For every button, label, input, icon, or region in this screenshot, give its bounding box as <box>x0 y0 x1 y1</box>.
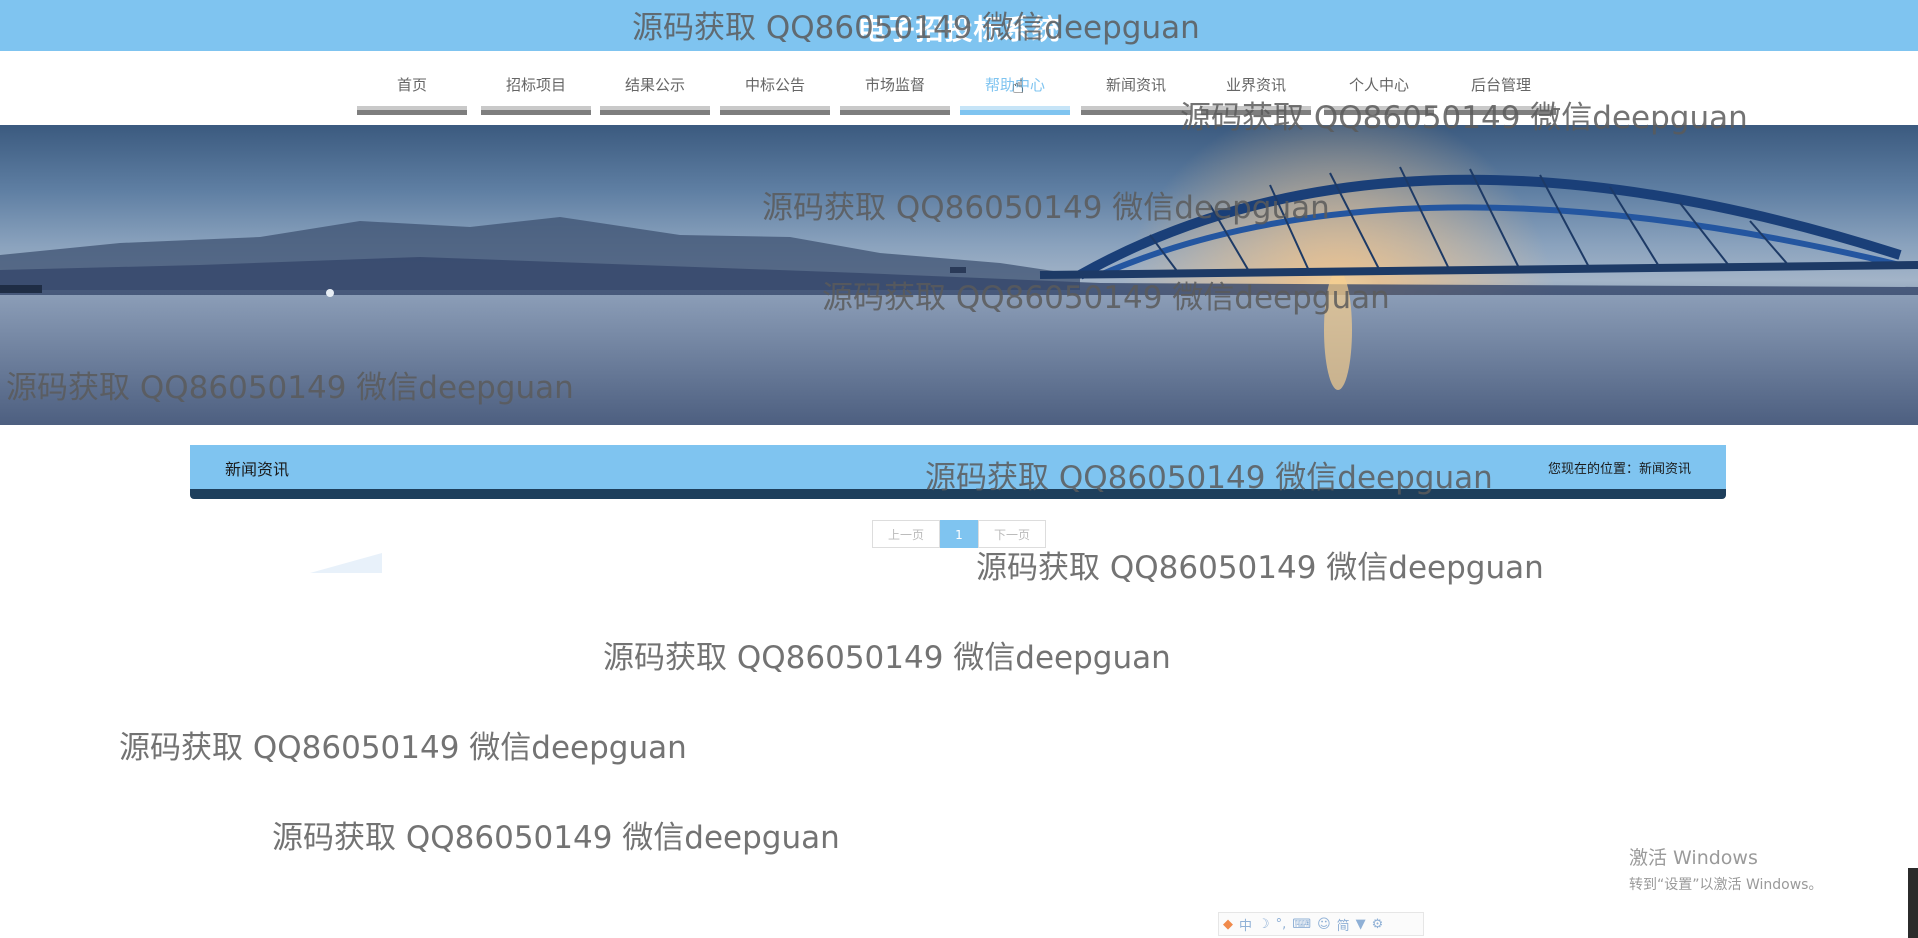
ime-toolbar[interactable]: ◆ 中 ☽ °, ⌨ ☺ 简 ▼ ⚙ <box>1218 912 1424 936</box>
section-title: 新闻资讯 <box>225 460 290 479</box>
nav-item-underline <box>600 106 710 115</box>
moon-icon[interactable]: ☽ <box>1258 917 1270 932</box>
nav-item-market-supervision[interactable]: 市场监督 <box>840 51 950 115</box>
page-number-button[interactable]: 1 <box>940 520 978 548</box>
nav-item-label: 中标公告 <box>744 76 805 94</box>
nav-item-underline <box>960 106 1070 115</box>
nav-item-underline <box>357 106 467 115</box>
activation-title: 激活 Windows <box>1629 847 1758 869</box>
nav-item-tender-projects[interactable]: 招标项目 <box>481 51 591 115</box>
nav-item-news[interactable]: 新闻资讯 <box>1081 51 1191 115</box>
decorative-shape <box>310 553 382 573</box>
ime-simplified-label[interactable]: 简 <box>1337 915 1350 934</box>
prev-page-button[interactable]: 上一页 <box>872 520 940 548</box>
nav-item-label: 结果公示 <box>624 76 685 94</box>
nav-item-underline <box>481 106 591 115</box>
nav-item-result-publicity[interactable]: 结果公示 <box>600 51 710 115</box>
watermark-text: 源码获取 QQ86050149 微信deepguan <box>1180 100 1748 136</box>
breadcrumb-current[interactable]: 新闻资讯 <box>1639 462 1691 477</box>
nav-item-underline <box>1081 106 1191 115</box>
ime-mode-label[interactable]: 中 <box>1239 915 1252 934</box>
watermark-text: 源码获取 QQ86050149 微信deepguan <box>925 460 1493 496</box>
gear-icon[interactable]: ⚙ <box>1372 917 1384 932</box>
activation-hint: 转到“设置”以激活 Windows。 <box>1629 877 1823 893</box>
watermark-text: 源码获取 QQ86050149 微信deepguan <box>119 730 687 766</box>
nav-item-home[interactable]: 首页 <box>357 51 467 115</box>
watermark-text: 源码获取 QQ86050149 微信deepguan <box>822 280 1390 316</box>
mouse-cursor-icon: ☝ <box>1012 74 1025 98</box>
windows-activation-notice: 激活 Windows 转到“设置”以激活 Windows。 <box>1629 843 1822 894</box>
nav-item-award-notices[interactable]: 中标公告 <box>720 51 830 115</box>
watermark-text: 源码获取 QQ86050149 微信deepguan <box>976 550 1544 586</box>
nav-item-underline <box>840 106 950 115</box>
watermark-text: 源码获取 QQ86050149 微信deepguan <box>632 10 1200 46</box>
nav-item-label: 招标项目 <box>505 76 566 94</box>
watermark-text: 源码获取 QQ86050149 微信deepguan <box>272 820 840 856</box>
window-edge <box>1908 868 1918 938</box>
watermark-text: 源码获取 QQ86050149 微信deepguan <box>762 190 1330 226</box>
user-icon[interactable]: ☺ <box>1317 917 1331 932</box>
ime-logo-icon[interactable]: ◆ <box>1223 917 1233 932</box>
punctuation-icon[interactable]: °, <box>1276 917 1287 932</box>
nav-item-label: 市场监督 <box>864 76 925 94</box>
nav-item-label: 新闻资讯 <box>1105 76 1166 94</box>
keyboard-icon[interactable]: ⌨ <box>1292 917 1311 932</box>
breadcrumb-prefix: 您现在的位置： <box>1547 462 1639 477</box>
watermark-text: 源码获取 QQ86050149 微信deepguan <box>603 640 1171 676</box>
nav-item-label: 首页 <box>396 76 427 94</box>
skin-icon[interactable]: ▼ <box>1356 917 1366 932</box>
watermark-text: 源码获取 QQ86050149 微信deepguan <box>6 370 574 406</box>
nav-item-underline <box>720 106 830 115</box>
breadcrumb: 您现在的位置：新闻资讯 <box>1548 458 1691 477</box>
